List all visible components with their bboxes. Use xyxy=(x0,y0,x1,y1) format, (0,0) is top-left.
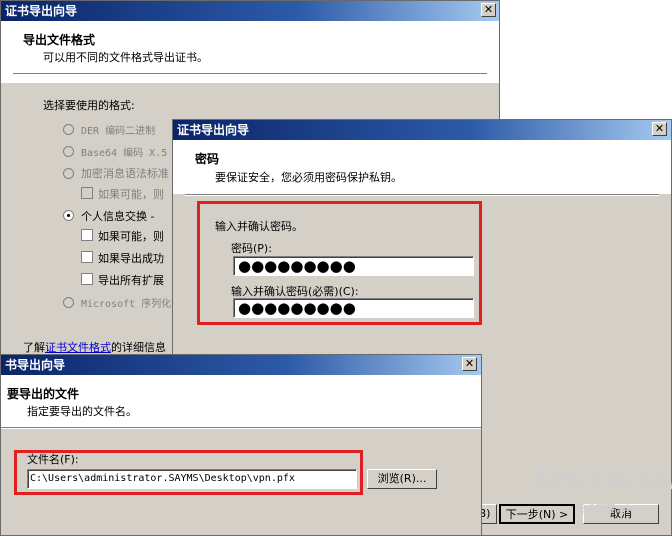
checkbox-export-extended[interactable] xyxy=(81,273,93,285)
file-format-link[interactable]: 证书文件格式 xyxy=(45,341,111,354)
wizard-header: 密码 要保证安全，您必须用密码保护私钥。 xyxy=(173,140,671,194)
header-divider xyxy=(1,427,481,429)
site-watermark: 51CTO.com xyxy=(532,466,672,496)
learn-more-text: 了解证书文件格式的详细信息 xyxy=(23,339,166,355)
header-divider xyxy=(13,73,487,75)
checkbox-export-extended-label: 导出所有扩展 xyxy=(98,274,164,287)
radio-sst[interactable] xyxy=(63,297,74,308)
title-bar[interactable]: 书导出向导 xyxy=(1,355,481,375)
window-title: 证书导出向导 xyxy=(177,123,250,137)
password-highlight-box xyxy=(197,201,482,325)
checkbox-include-chain-pkcs7-label: 如果可能，则 xyxy=(98,188,164,201)
radio-der[interactable] xyxy=(63,124,74,135)
window-title: 证书导出向导 xyxy=(5,4,78,18)
file-export-dialog: 书导出向导 ✕ 要导出的文件 指定要导出的文件名。 文件名(F): C:\Use… xyxy=(0,354,482,536)
header-subtitle: 指定要导出的文件名。 xyxy=(27,405,137,418)
header-title: 导出文件格式 xyxy=(23,33,96,47)
radio-base64[interactable] xyxy=(63,146,74,157)
radio-pfx[interactable] xyxy=(63,210,74,221)
checkbox-include-chain-pkcs7[interactable] xyxy=(81,187,93,199)
learn-suffix: 的详细信息 xyxy=(111,341,166,354)
site-watermark-tag: 技术博客 Blog xyxy=(575,500,644,515)
option-pfx-label: 个人信息交换 - xyxy=(81,210,155,223)
checkbox-include-chain[interactable] xyxy=(81,229,93,241)
wizard-header: 要导出的文件 指定要导出的文件名。 xyxy=(1,375,481,427)
title-bar[interactable]: 证书导出向导 xyxy=(1,1,499,21)
option-der-label: DER 编码二进制 xyxy=(81,126,156,137)
watermark-tag: 技术博客 Blog xyxy=(575,504,644,515)
format-select-label: 选择要使用的格式: xyxy=(43,99,135,112)
option-sst-label: Microsoft 序列化 xyxy=(81,299,172,310)
browse-button[interactable]: 浏览(R)... xyxy=(367,469,437,489)
option-base64-label: Base64 编码 X.5 xyxy=(81,148,168,159)
radio-selected-dot xyxy=(67,214,70,217)
watermark-logo: 51CTO.com xyxy=(532,466,672,496)
close-button[interactable]: ✕ xyxy=(652,122,667,136)
header-title: 密码 xyxy=(195,152,220,166)
radio-pkcs7[interactable] xyxy=(63,168,74,179)
option-pkcs7-label: 加密消息语法标准 xyxy=(81,167,169,180)
close-button[interactable]: ✕ xyxy=(462,357,477,371)
checkbox-delete-key-label: 如果导出成功 xyxy=(98,252,164,265)
next-button[interactable]: 下一步(N) > xyxy=(499,504,575,524)
header-title: 要导出的文件 xyxy=(7,387,80,401)
filename-highlight-box xyxy=(14,450,363,495)
title-bar[interactable]: 证书导出向导 xyxy=(173,120,671,140)
header-divider xyxy=(185,194,659,196)
checkbox-include-chain-label: 如果可能，则 xyxy=(98,230,164,243)
close-button[interactable]: ✕ xyxy=(481,3,496,17)
window-title: 书导出向导 xyxy=(5,358,66,372)
learn-prefix: 了解 xyxy=(23,341,45,354)
header-subtitle: 可以用不同的文件格式导出证书。 xyxy=(43,51,208,64)
checkbox-delete-key[interactable] xyxy=(81,251,93,263)
header-subtitle: 要保证安全，您必须用密码保护私钥。 xyxy=(215,171,402,184)
